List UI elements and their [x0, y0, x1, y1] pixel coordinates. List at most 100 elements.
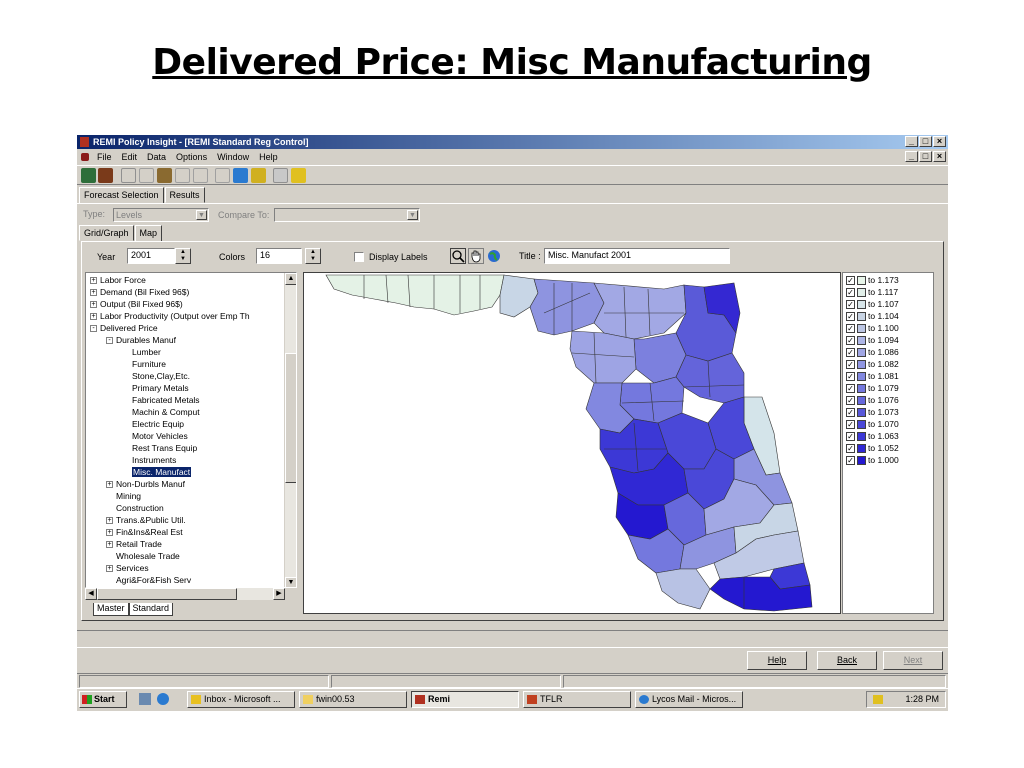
tree-item[interactable]: + Labor Force [90, 274, 146, 286]
zoom-icon[interactable] [450, 248, 466, 264]
maximize-button[interactable]: □ [919, 136, 932, 147]
menu-data[interactable]: Data [147, 150, 166, 164]
show-desktop-icon[interactable] [139, 693, 151, 705]
paste-icon[interactable] [175, 168, 190, 183]
tree-item[interactable]: - Delivered Price [90, 322, 158, 334]
expand-icon[interactable]: + [90, 289, 97, 297]
legend-checkbox[interactable]: ✓ [846, 384, 855, 394]
expand-icon[interactable]: + [106, 541, 113, 549]
tab-master[interactable]: Master [93, 603, 129, 616]
type-select[interactable]: Levels ▼ [113, 208, 209, 222]
expand-icon[interactable]: + [106, 565, 113, 573]
tree-item[interactable]: Misc. Manufact [132, 466, 192, 478]
tree-item[interactable]: Wholesale Trade [116, 550, 180, 562]
florida-map[interactable] [303, 272, 841, 614]
tree-item[interactable]: + Fin&Ins&Real Est [106, 526, 183, 538]
menu-edit[interactable]: Edit [122, 150, 138, 164]
back-button[interactable]: Back [817, 651, 877, 670]
child-restore-button[interactable]: □ [919, 151, 932, 162]
tree-item[interactable]: Agri&For&Fish Serv [116, 574, 191, 586]
legend-checkbox[interactable]: ✓ [846, 276, 855, 286]
menu-options[interactable]: Options [176, 150, 207, 164]
collapse-icon[interactable]: - [106, 337, 113, 345]
tree-item[interactable]: + Output (Bil Fixed 96$) [90, 298, 183, 310]
tree-item[interactable]: Mining [116, 490, 141, 502]
tree-item[interactable]: + Non-Durbls Manuf [106, 478, 185, 490]
tab-results[interactable]: Results [164, 187, 205, 203]
tab-standard[interactable]: Standard [128, 603, 174, 616]
next-button[interactable]: Next [883, 651, 943, 670]
document-icon[interactable] [81, 153, 89, 161]
tree-item[interactable]: + Demand (Bil Fixed 96$) [90, 286, 189, 298]
expand-icon[interactable]: + [90, 277, 97, 285]
tree-item[interactable]: Rest Trans Equip [132, 442, 197, 454]
legend-checkbox[interactable]: ✓ [846, 456, 855, 466]
menu-help[interactable]: Help [259, 150, 278, 164]
tree-item[interactable]: Fabricated Metals [132, 394, 200, 406]
tree-item[interactable]: Instruments [132, 454, 176, 466]
display-labels-checkbox[interactable] [354, 252, 364, 262]
grid-icon[interactable] [233, 168, 248, 183]
print-icon[interactable] [273, 168, 288, 183]
tree-item[interactable]: Lumber [132, 346, 161, 358]
copy-icon[interactable] [157, 168, 172, 183]
expand-icon[interactable]: + [90, 301, 97, 309]
tree-item[interactable]: + Retail Trade [106, 538, 162, 550]
chevron-down-icon[interactable]: ▼ [196, 210, 207, 220]
colors-spinner[interactable]: ▲ ▼ [305, 248, 321, 264]
tree-item[interactable]: Primary Metals [132, 382, 189, 394]
run-icon[interactable] [215, 168, 230, 183]
globe-icon[interactable] [486, 248, 502, 264]
legend-checkbox[interactable]: ✓ [846, 432, 855, 442]
window-titlebar[interactable]: REMI Policy Insight - [REMI Standard Reg… [77, 135, 948, 149]
tree-item[interactable]: + Services [106, 562, 149, 574]
chart-icon[interactable] [251, 168, 266, 183]
compare-select[interactable]: ▼ [274, 208, 420, 222]
scroll-left-arrow-icon[interactable]: ◀ [85, 588, 97, 600]
legend-checkbox[interactable]: ✓ [846, 312, 855, 322]
task-fwin[interactable]: fwin00.53 [299, 691, 407, 708]
florida-county-map[interactable] [304, 273, 840, 613]
delete-icon[interactable] [193, 168, 208, 183]
open-folder-icon[interactable] [81, 168, 96, 183]
legend-checkbox[interactable]: ✓ [846, 408, 855, 418]
child-close-button[interactable]: × [933, 151, 946, 162]
scroll-right-arrow-icon[interactable]: ▶ [273, 588, 285, 600]
legend-checkbox[interactable]: ✓ [846, 348, 855, 358]
tab-grid-graph[interactable]: Grid/Graph [79, 225, 134, 241]
tab-forecast-selection[interactable]: Forecast Selection [79, 187, 164, 204]
save-icon[interactable] [121, 168, 136, 183]
tree-item[interactable]: Machin & Comput [132, 406, 200, 418]
menu-file[interactable]: File [97, 150, 112, 164]
expand-icon[interactable]: + [90, 313, 97, 321]
help-icon[interactable] [291, 168, 306, 183]
scroll-thumb[interactable] [285, 353, 296, 483]
legend-checkbox[interactable]: ✓ [846, 360, 855, 370]
chevron-down-icon[interactable]: ▼ [407, 210, 418, 220]
legend-checkbox[interactable]: ✓ [846, 300, 855, 310]
scroll-down-arrow-icon[interactable]: ▼ [285, 577, 296, 587]
help-button[interactable]: Help [747, 651, 807, 670]
expand-icon[interactable]: + [106, 481, 113, 489]
legend-checkbox[interactable]: ✓ [846, 396, 855, 406]
legend-checkbox[interactable]: ✓ [846, 324, 855, 334]
scroll-up-arrow-icon[interactable]: ▲ [285, 273, 296, 285]
tab-map[interactable]: Map [134, 225, 163, 242]
legend-checkbox[interactable]: ✓ [846, 288, 855, 298]
legend-checkbox[interactable]: ✓ [846, 444, 855, 454]
pan-hand-icon[interactable] [468, 248, 484, 264]
minimize-button[interactable]: _ [905, 136, 918, 147]
legend-checkbox[interactable]: ✓ [846, 372, 855, 382]
collapse-icon[interactable]: - [90, 325, 97, 333]
tree-item[interactable]: Furniture [132, 358, 166, 370]
expand-icon[interactable]: + [106, 529, 113, 537]
tree-item[interactable]: Stone,Clay,Etc. [132, 370, 190, 382]
open-file-icon[interactable] [98, 168, 113, 183]
tree-item[interactable]: + Trans.&Public Util. [106, 514, 186, 526]
legend-checkbox[interactable]: ✓ [846, 420, 855, 430]
start-button[interactable]: Start [79, 691, 127, 708]
menu-window[interactable]: Window [217, 150, 249, 164]
child-minimize-button[interactable]: _ [905, 151, 918, 162]
tray-icon[interactable] [873, 695, 883, 704]
expand-icon[interactable]: + [106, 517, 113, 525]
